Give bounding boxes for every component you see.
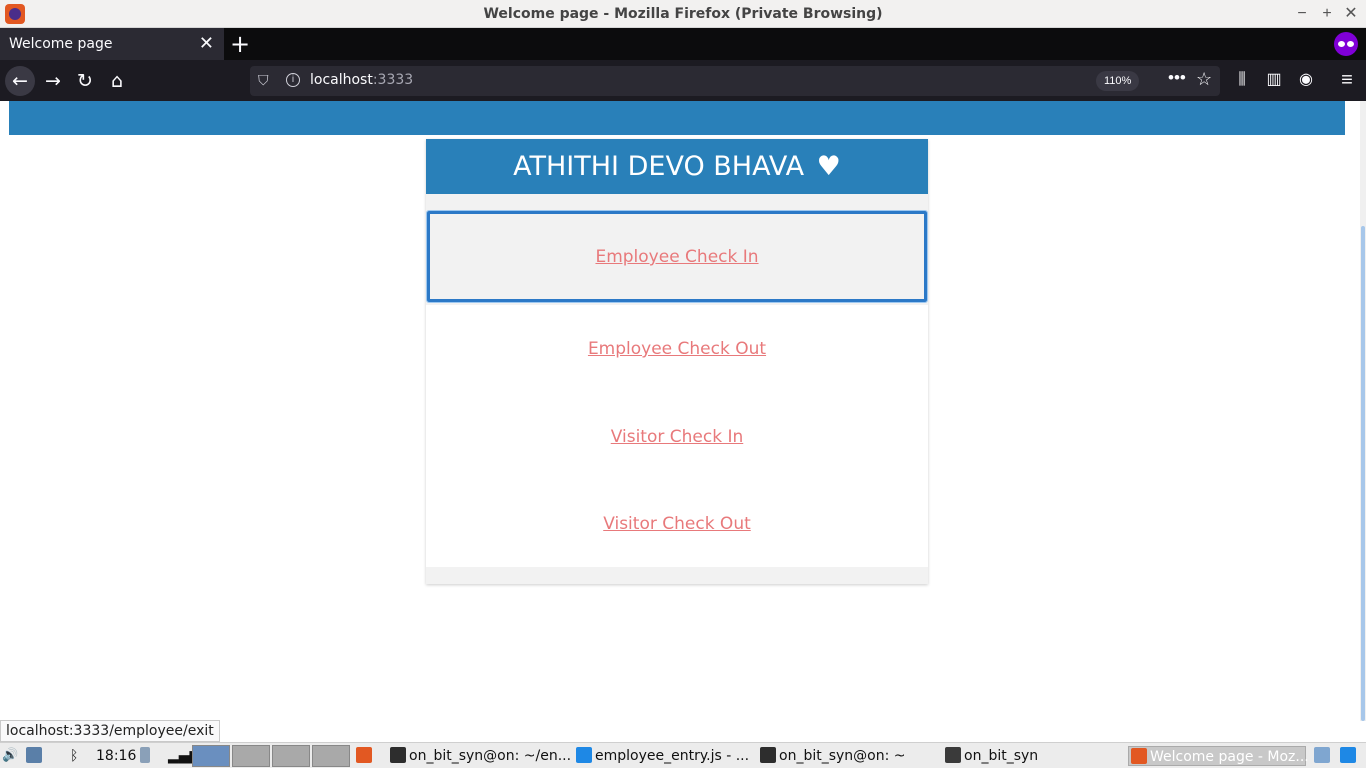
folder-icon — [945, 747, 961, 763]
terminal-icon — [390, 747, 406, 763]
taskbar: 🔊 ᛒ 18:16 ▂▄▆ on_bit_syn@on: ~/en... emp… — [0, 742, 1366, 768]
forward-button[interactable]: → — [38, 66, 68, 96]
page-scrollbar[interactable] — [1360, 101, 1366, 721]
navigation-toolbar: ← → ↻ ⌂ ⛉ i localhost:3333 110% ••• ☆ ⫼ … — [0, 60, 1366, 101]
sidebar-icon[interactable]: ▥ — [1263, 69, 1285, 91]
window-titlebar: Welcome page - Mozilla Firefox (Private … — [0, 0, 1366, 28]
battery-icon[interactable] — [140, 746, 153, 766]
private-browsing-icon — [1334, 32, 1358, 56]
home-button[interactable]: ⌂ — [102, 66, 132, 96]
new-tab-button[interactable]: + — [230, 30, 250, 58]
info-icon[interactable]: i — [286, 73, 300, 87]
card-body: Employee Check Out Visitor Check In Visi… — [426, 305, 928, 567]
volume-icon[interactable]: 🔊 — [2, 746, 18, 766]
minimize-button[interactable]: − — [1292, 4, 1312, 24]
workspace-1[interactable] — [192, 745, 230, 767]
employee-check-out-item: Employee Check Out — [426, 339, 928, 359]
heading-text: ATHITHI DEVO BHAVA — [513, 151, 805, 182]
taskbar-window-label: on_bit_syn@on: ~/en... — [409, 748, 572, 764]
url-text[interactable]: localhost:3333 — [310, 72, 413, 88]
url-host: localhost — [310, 72, 373, 88]
workspace-4[interactable] — [312, 745, 350, 767]
visitor-check-in-link[interactable]: Visitor Check In — [611, 427, 744, 447]
employee-check-out-link[interactable]: Employee Check Out — [588, 339, 766, 359]
firefox-icon — [1131, 748, 1147, 764]
reload-button[interactable]: ↻ — [70, 66, 100, 96]
back-button[interactable]: ← — [5, 66, 35, 96]
tab-bar: Welcome page ✕ + — [0, 28, 1366, 60]
menu-icon[interactable]: ≡ — [1336, 69, 1358, 91]
scrollbar-thumb[interactable] — [1361, 226, 1365, 721]
network-monitor-icon[interactable] — [26, 746, 45, 766]
taskbar-window-label: employee_entry.js - ... — [595, 748, 750, 764]
visitor-check-out-item: Visitor Check Out — [426, 514, 928, 534]
bluetooth-icon[interactable]: ᛒ — [70, 746, 78, 766]
taskbar-window-label: Welcome page - Moz... — [1150, 749, 1309, 765]
workspace-2[interactable] — [232, 745, 270, 767]
page-content: ATHITHI DEVO BHAVA ♥ Employee Check In E… — [0, 101, 1366, 721]
taskbar-window-label: on_bit_syn — [964, 748, 1039, 764]
shield-icon[interactable]: ⛉ — [258, 72, 269, 89]
welcome-card: ATHITHI DEVO BHAVA ♥ Employee Check In E… — [426, 139, 928, 584]
status-url-tooltip: localhost:3333/employee/exit — [0, 720, 220, 742]
taskbar-window-vscode[interactable]: employee_entry.js - ... — [576, 746, 749, 766]
card-heading: ATHITHI DEVO BHAVA ♥ — [426, 139, 928, 194]
tab-title: Welcome page — [9, 36, 113, 52]
employee-check-in-link[interactable]: Employee Check In — [595, 247, 758, 267]
firefox-quicklaunch-icon[interactable] — [356, 746, 375, 766]
visitor-check-out-link[interactable]: Visitor Check Out — [603, 514, 751, 534]
taskbar-window-terminal-1[interactable]: on_bit_syn@on: ~/en... — [390, 746, 571, 766]
visitor-check-in-item: Visitor Check In — [426, 427, 928, 447]
close-window-button[interactable]: ✕ — [1341, 4, 1361, 24]
clock[interactable]: 18:16 — [96, 746, 136, 766]
site-header-bar — [9, 101, 1345, 135]
window-title: Welcome page - Mozilla Firefox (Private … — [483, 6, 883, 22]
employee-check-in-item[interactable]: Employee Check In — [426, 210, 928, 303]
heart-icon: ♥ — [816, 151, 841, 182]
url-bar[interactable]: ⛉ i localhost:3333 110% ••• ☆ — [250, 66, 1220, 96]
vscode-icon — [576, 747, 592, 763]
url-port: :3333 — [372, 72, 414, 88]
bookmark-star-icon[interactable]: ☆ — [1196, 69, 1212, 90]
taskbar-window-firefox[interactable]: Welcome page - Moz... — [1128, 746, 1309, 766]
taskbar-window-label: on_bit_syn@on: ~ — [779, 748, 906, 764]
close-tab-icon[interactable]: ✕ — [199, 33, 214, 54]
library-icon[interactable]: ⫼ — [1231, 69, 1253, 91]
tab-welcome-page[interactable]: Welcome page ✕ — [0, 28, 224, 60]
maximize-button[interactable]: + — [1317, 4, 1337, 24]
vscode-launcher-icon[interactable] — [1340, 746, 1359, 766]
workspace-3[interactable] — [272, 745, 310, 767]
account-icon[interactable]: ◉ — [1295, 69, 1317, 91]
taskbar-window-folder[interactable]: on_bit_syn — [945, 746, 1038, 766]
file-manager-icon[interactable] — [1314, 746, 1333, 766]
taskbar-window-terminal-2[interactable]: on_bit_syn@on: ~ — [760, 746, 906, 766]
terminal-icon — [760, 747, 776, 763]
zoom-level-button[interactable]: 110% — [1096, 71, 1140, 91]
page-actions-icon[interactable]: ••• — [1168, 68, 1186, 88]
